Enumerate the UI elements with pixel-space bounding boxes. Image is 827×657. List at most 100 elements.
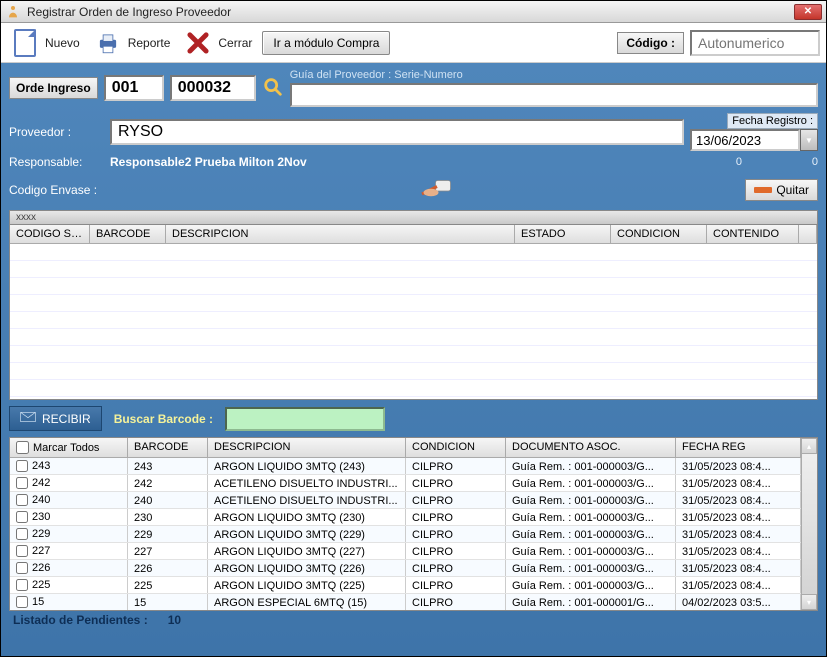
scroll-down-button[interactable]: ▾ <box>801 594 817 610</box>
counter-b: 0 <box>748 156 818 168</box>
col-descripcion[interactable]: DESCRIPCION <box>166 225 515 243</box>
col-estado[interactable]: ESTADO <box>515 225 611 243</box>
recibir-label: RECIBIR <box>42 412 91 426</box>
col-barcode[interactable]: BARCODE <box>90 225 166 243</box>
table-row[interactable]: 225225ARGON LIQUIDO 3MTQ (225)CILPROGuía… <box>10 577 801 594</box>
row-check-cell[interactable]: 15 <box>10 594 128 610</box>
table-row[interactable]: 242242ACETILENO DISUELTO INDUSTRI...CILP… <box>10 475 801 492</box>
upper-table: CODIGO SAP BARCODE DESCRIPCION ESTADO CO… <box>9 224 818 400</box>
row-checkbox[interactable] <box>16 596 28 608</box>
search-icon[interactable] <box>262 76 284 101</box>
mail-icon <box>20 411 36 426</box>
responsable-value: Responsable2 Prueba Milton 2Nov <box>110 155 666 169</box>
guia-input[interactable] <box>290 83 818 107</box>
row-cond: CILPRO <box>406 475 506 491</box>
recibir-button[interactable]: RECIBIR <box>9 406 102 431</box>
row-fecha: 31/05/2023 08:4... <box>676 475 801 491</box>
col-marcar-todos[interactable]: Marcar Todos <box>10 438 128 457</box>
table-row[interactable]: 229229ARGON LIQUIDO 3MTQ (229)CILPROGuía… <box>10 526 801 543</box>
nuevo-button[interactable]: Nuevo <box>7 27 84 59</box>
row-barcode: 226 <box>128 560 208 576</box>
close-icon[interactable]: ✕ <box>794 4 822 20</box>
responsable-label: Responsable: <box>9 155 104 169</box>
col-lower-barcode[interactable]: BARCODE <box>128 438 208 457</box>
col-codigo-sap[interactable]: CODIGO SAP <box>10 225 90 243</box>
row-check-cell[interactable]: 226 <box>10 560 128 576</box>
row-doc: Guía Rem. : 001-000003/G... <box>506 475 676 491</box>
ir-modulo-compra-button[interactable]: Ir a módulo Compra <box>262 31 390 55</box>
table-row[interactable]: 227227ARGON LIQUIDO 3MTQ (227)CILPROGuía… <box>10 543 801 560</box>
row-desc: ACETILENO DISUELTO INDUSTRI... <box>208 475 406 491</box>
row-checkbox[interactable] <box>16 579 28 591</box>
arrow-up-icon: ▴ <box>807 442 811 451</box>
row-fecha: 31/05/2023 08:4... <box>676 526 801 542</box>
row-checkbox[interactable] <box>16 477 28 489</box>
table-row[interactable]: 243243ARGON LIQUIDO 3MTQ (243)CILPROGuía… <box>10 458 801 475</box>
col-lower-fecha[interactable]: FECHA REG <box>676 438 801 457</box>
printer-icon <box>94 29 122 57</box>
codigo-envase-label: Codigo Envase : <box>9 183 129 197</box>
col-spacer <box>799 225 817 243</box>
row-check-cell[interactable]: 243 <box>10 458 128 474</box>
row-checkbox[interactable] <box>16 460 28 472</box>
upper-table-body[interactable] <box>10 244 817 399</box>
fecha-registro-input[interactable] <box>690 129 800 151</box>
row-fecha: 04/02/2023 03:5... <box>676 594 801 610</box>
table-row[interactable]: 230230ARGON LIQUIDO 3MTQ (230)CILPROGuía… <box>10 509 801 526</box>
col-lower-desc[interactable]: DESCRIPCION <box>208 438 406 457</box>
app-icon <box>5 4 21 20</box>
col-contenido[interactable]: CONTENIDO <box>707 225 799 243</box>
date-picker-button[interactable]: ▼ <box>800 129 818 151</box>
row-doc: Guía Rem. : 001-000001/G... <box>506 594 676 610</box>
lower-table: Marcar Todos BARCODE DESCRIPCION CONDICI… <box>9 437 818 611</box>
row-check-cell[interactable]: 240 <box>10 492 128 508</box>
row-doc: Guía Rem. : 001-000003/G... <box>506 577 676 593</box>
row-desc: ARGON LIQUIDO 3MTQ (230) <box>208 509 406 525</box>
scroll-up-button[interactable]: ▴ <box>801 438 817 454</box>
tab-xxxx[interactable]: xxxx <box>9 210 818 224</box>
row-desc: ARGON LIQUIDO 3MTQ (229) <box>208 526 406 542</box>
row-check-cell[interactable]: 242 <box>10 475 128 491</box>
row-checkbox[interactable] <box>16 494 28 506</box>
row-checkbox[interactable] <box>16 545 28 557</box>
buscar-barcode-input[interactable] <box>225 407 385 431</box>
quitar-button[interactable]: Quitar <box>745 179 818 201</box>
row-doc: Guía Rem. : 001-000003/G... <box>506 560 676 576</box>
col-lower-doc[interactable]: DOCUMENTO ASOC. <box>506 438 676 457</box>
reporte-button[interactable]: Reporte <box>90 27 175 59</box>
row-desc: ARGON LIQUIDO 3MTQ (225) <box>208 577 406 593</box>
marcar-todos-checkbox[interactable] <box>16 441 29 454</box>
row-checkbox[interactable] <box>16 562 28 574</box>
fecha-registro-label: Fecha Registro : <box>727 113 818 129</box>
row-cond: CILPRO <box>406 560 506 576</box>
cerrar-button[interactable]: Cerrar <box>180 27 256 59</box>
codigo-label: Código : <box>617 32 684 54</box>
row-fecha: 31/05/2023 08:4... <box>676 492 801 508</box>
cerrar-label: Cerrar <box>218 36 252 50</box>
nuevo-label: Nuevo <box>45 36 80 50</box>
table-row[interactable]: 240240ACETILENO DISUELTO INDUSTRI...CILP… <box>10 492 801 509</box>
codigo-field[interactable] <box>690 30 820 56</box>
row-barcode: 243 <box>128 458 208 474</box>
row-barcode: 229 <box>128 526 208 542</box>
quitar-label: Quitar <box>776 183 809 197</box>
table-row[interactable]: 1515ARGON ESPECIAL 6MTQ (15)CILPROGuía R… <box>10 594 801 610</box>
proveedor-input[interactable] <box>110 119 684 145</box>
table-row[interactable]: 226226ARGON LIQUIDO 3MTQ (226)CILPROGuía… <box>10 560 801 577</box>
row-cond: CILPRO <box>406 526 506 542</box>
col-lower-cond[interactable]: CONDICION <box>406 438 506 457</box>
row-barcode: 240 <box>128 492 208 508</box>
row-check-cell[interactable]: 230 <box>10 509 128 525</box>
col-condicion[interactable]: CONDICION <box>611 225 707 243</box>
lower-table-body[interactable]: 243243ARGON LIQUIDO 3MTQ (243)CILPROGuía… <box>10 458 801 610</box>
row-fecha: 31/05/2023 08:4... <box>676 577 801 593</box>
orden-numero-input[interactable] <box>170 75 256 101</box>
orden-serie-input[interactable] <box>104 75 164 101</box>
row-checkbox[interactable] <box>16 511 28 523</box>
row-checkbox[interactable] <box>16 528 28 540</box>
scrollbar-track[interactable] <box>801 454 817 594</box>
row-check-cell[interactable]: 225 <box>10 577 128 593</box>
arrow-down-icon: ▾ <box>807 598 811 607</box>
row-check-cell[interactable]: 227 <box>10 543 128 559</box>
row-check-cell[interactable]: 229 <box>10 526 128 542</box>
